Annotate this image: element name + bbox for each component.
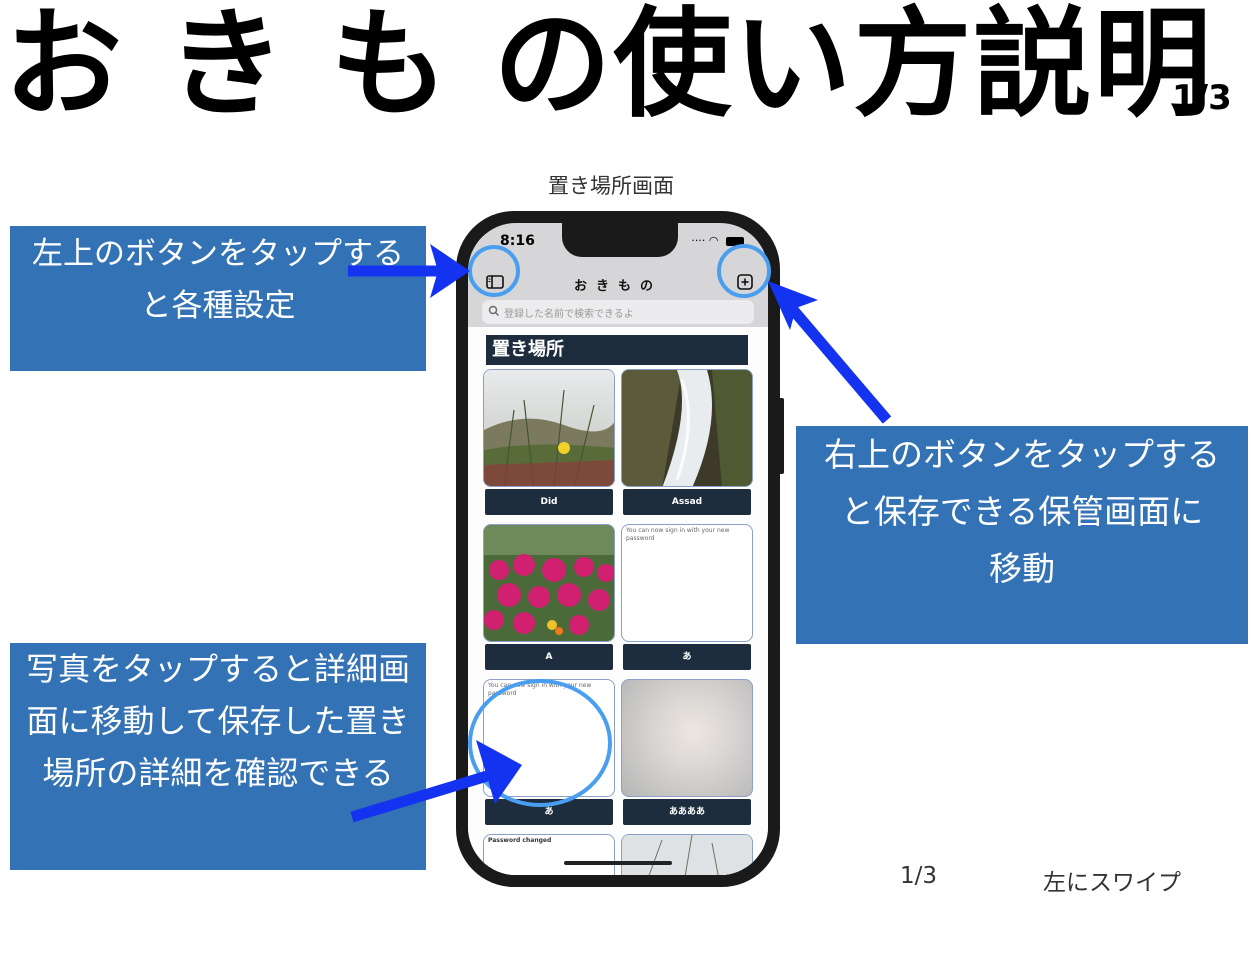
place-card[interactable]: You can now sign in with your new passwo…	[483, 679, 615, 825]
phone-screen: 8:16 ···· ◠ おきもの 登録した名前で検索できるよ 置き場所 Did …	[468, 223, 768, 875]
waterfall-photo[interactable]	[621, 369, 753, 487]
callout-top-right: 右上のボタンをタップする と保存できる保管画面に 移動	[796, 426, 1248, 644]
phone-frame: 8:16 ···· ◠ おきもの 登録した名前で検索できるよ 置き場所 Did …	[456, 211, 780, 887]
phone-notch	[562, 223, 678, 257]
callout-line: 写真をタップすると詳細画	[25, 650, 410, 688]
callout-line: 右上のボタンをタップする	[824, 435, 1220, 474]
text-note-image[interactable]: Password changed	[483, 834, 615, 875]
footer-page-indicator: 1/3	[900, 863, 938, 889]
swipe-hint: 左にスワイプ	[1043, 870, 1181, 896]
search-icon	[488, 305, 499, 316]
arrow-icon	[768, 281, 892, 424]
signal-icon: ····	[691, 234, 706, 247]
section-header: 置き場所	[486, 335, 748, 365]
card-label: Assad	[623, 489, 751, 515]
grass-flower-photo[interactable]	[483, 369, 615, 487]
text-note-image[interactable]: You can now sign in with your new passwo…	[483, 679, 615, 797]
card-label: A	[485, 644, 613, 670]
card-label: あ	[485, 799, 613, 825]
place-card[interactable]: Password changed	[483, 834, 615, 875]
callout-top-left: 左上のボタンをタップする と各種設定	[10, 226, 426, 371]
title-page-indicator: 1/3	[1172, 78, 1232, 118]
screen-caption: 置き場所画面	[548, 174, 674, 198]
note-text: You can now sign in with your new passwo…	[626, 527, 730, 542]
content-area: 置き場所 Did Assad A You can now sign in wit…	[468, 327, 768, 875]
card-label: Did	[485, 489, 613, 515]
add-button[interactable]	[734, 272, 756, 292]
callout-bottom-left: 写真をタップすると詳細画 面に移動して保存した置き 場所の詳細を確認できる	[10, 643, 426, 870]
text-note-image[interactable]: You can now sign in with your new passwo…	[621, 524, 753, 642]
page-title: お き も の使い方説明	[4, 0, 1214, 133]
blurred-photo[interactable]	[621, 679, 753, 797]
place-card[interactable]: A	[483, 524, 615, 670]
note-text: You can now sign in with your new passwo…	[488, 682, 592, 697]
place-card[interactable]: Did	[483, 369, 615, 515]
plus-square-icon	[737, 274, 753, 290]
callout-line: と保存できる保管画面に	[840, 492, 1204, 531]
card-label: あ	[623, 644, 751, 670]
nav-title: おきもの	[573, 279, 662, 294]
status-time: 8:16	[500, 233, 535, 249]
note-text: Password changed	[488, 837, 552, 844]
place-card[interactable]: ああああ	[621, 679, 753, 825]
place-card[interactable]	[621, 834, 753, 875]
search-placeholder: 登録した名前で検索できるよ	[504, 309, 634, 320]
callout-line: 面に移動して保存した置き	[26, 702, 410, 740]
grass-photo[interactable]	[621, 834, 753, 875]
home-indicator	[564, 861, 672, 865]
callout-line: と各種設定	[140, 288, 296, 324]
search-field[interactable]: 登録した名前で検索できるよ	[482, 300, 754, 324]
callout-line: 移動	[989, 549, 1055, 588]
card-label: ああああ	[623, 799, 751, 825]
battery-icon	[726, 236, 744, 246]
place-card[interactable]: You can now sign in with your new passwo…	[621, 524, 753, 670]
pink-flowers-photo[interactable]	[483, 524, 615, 642]
wifi-icon: ◠	[708, 234, 719, 247]
callout-line: 左上のボタンをタップする	[32, 236, 404, 272]
status-icons: ···· ◠	[691, 234, 744, 247]
place-card[interactable]: Assad	[621, 369, 753, 515]
callout-line: 場所の詳細を確認できる	[42, 754, 394, 792]
